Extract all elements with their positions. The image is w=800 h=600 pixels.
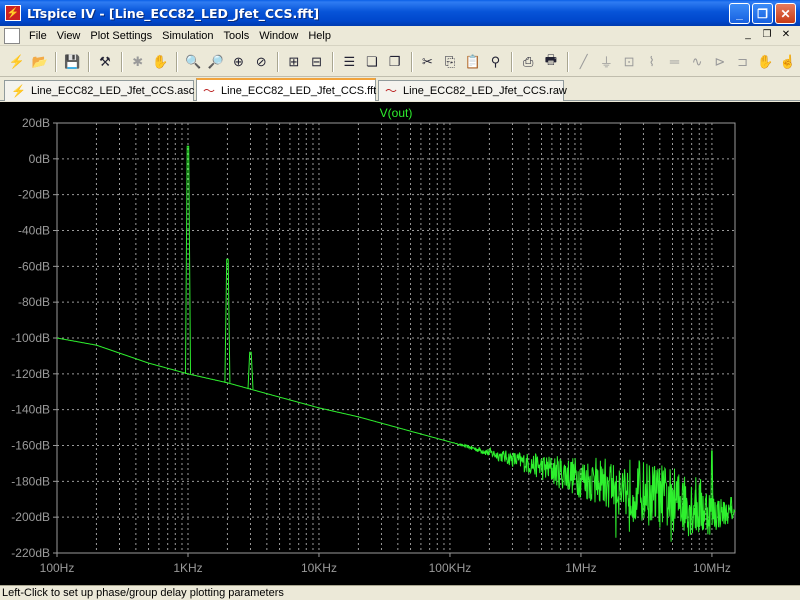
plot-right-edge [792, 102, 800, 585]
tab-bar: ⚡ Line_ECC82_LED_Jfet_CCS.asc 〜 Line_ECC… [0, 78, 800, 101]
y-tick-label: -100dB [11, 331, 50, 345]
menu-simulation[interactable]: Simulation [157, 30, 218, 42]
toolbar-separator [88, 51, 91, 72]
halt-icon[interactable]: ✋ [150, 51, 172, 73]
schematic-icon: ⚡ [11, 84, 26, 98]
tab-raw[interactable]: 〜 Line_ECC82_LED_Jfet_CCS.raw [378, 80, 567, 101]
x-tick-label: 100KHz [429, 561, 472, 575]
y-tick-label: 20dB [22, 116, 50, 130]
y-tick-label: -220dB [11, 546, 50, 560]
move-icon[interactable]: ✋ [754, 51, 776, 73]
inductor-icon[interactable]: ∿ [686, 51, 708, 73]
y-tick-label: -160dB [11, 439, 50, 453]
toolbar-separator [55, 51, 58, 72]
y-tick-label: -80dB [18, 295, 50, 309]
x-tick-label: 1MHz [565, 561, 596, 575]
menu-help[interactable]: Help [303, 30, 336, 42]
cascade-icon[interactable]: ❏ [361, 51, 383, 73]
tab-label: Line_ECC82_LED_Jfet_CCS.raw [403, 85, 567, 97]
zoom-cancel-icon[interactable]: ⊘ [250, 51, 272, 73]
window-title: LTspice IV - [Line_ECC82_LED_Jfet_CCS.ff… [27, 5, 320, 21]
x-tick-label: 10KHz [301, 561, 337, 575]
plot-pane[interactable]: 20dB 0dB -20dB -40dB -60dB -80dB -100dB -120dB -… [0, 102, 800, 585]
label-icon[interactable]: ⊡ [618, 51, 640, 73]
zoom-fit-icon[interactable]: ⊕ [228, 51, 250, 73]
print-setup-icon[interactable]: ⎙ [517, 51, 539, 73]
toolbar-separator [277, 51, 280, 72]
minimize-button[interactable]: _ [729, 3, 750, 24]
ltspice-app-icon[interactable]: ⚡ [5, 5, 21, 21]
y-tick-label: -40dB [18, 224, 50, 238]
document-controls: _ ❐ ✕ [740, 28, 794, 42]
find-icon[interactable]: ⚲ [485, 51, 507, 73]
zoom-in-icon[interactable]: 🔍 [182, 51, 204, 73]
doc-restore-button[interactable]: ❐ [759, 28, 775, 42]
menu-window[interactable]: Window [254, 30, 303, 42]
menu-plot-settings[interactable]: Plot Settings [85, 30, 157, 42]
grid-icon[interactable]: ⊟ [306, 51, 328, 73]
window-controls: _ ❐ ✕ [729, 3, 796, 24]
print-icon[interactable]: 🖶 [540, 51, 562, 73]
menu-tools[interactable]: Tools [219, 30, 255, 42]
y-tick-label: 0dB [29, 152, 50, 166]
capacitor-icon[interactable]: ═ [664, 51, 686, 73]
tab-label: Line_ECC82_LED_Jfet_CCS.fft [221, 84, 377, 97]
waveform-icon: 〜 [203, 83, 216, 98]
x-tick-label: 10MHz [693, 561, 731, 575]
toolbar-separator [511, 51, 514, 72]
y-tick-label: -180dB [11, 474, 50, 488]
resistor-icon[interactable]: ⌇ [641, 51, 663, 73]
run-icon[interactable]: ✱ [127, 51, 149, 73]
restore-button[interactable]: ❐ [752, 3, 773, 24]
y-tick-label: -120dB [11, 367, 50, 381]
new-schematic-icon[interactable]: ⚡ [6, 51, 28, 73]
menu-file[interactable]: File [24, 30, 52, 42]
title-bar[interactable]: ⚡ LTspice IV - [Line_ECC82_LED_Jfet_CCS.… [0, 0, 800, 26]
copy-icon[interactable]: ⎘ [439, 51, 461, 73]
component-icon[interactable]: ⊐ [732, 51, 754, 73]
x-tick-label: 100Hz [40, 561, 75, 575]
diode-icon[interactable]: ⊳ [709, 51, 731, 73]
fft-plot[interactable]: 20dB 0dB -20dB -40dB -60dB -80dB -100dB -120dB -… [0, 102, 792, 585]
menu-bar: File View Plot Settings Simulation Tools… [0, 26, 800, 46]
zoom-out-icon[interactable]: 🔎 [205, 51, 227, 73]
close-button[interactable]: ✕ [775, 3, 796, 24]
menu-view[interactable]: View [52, 30, 86, 42]
y-tick-label: -140dB [11, 403, 50, 417]
doc-minimize-button[interactable]: _ [740, 28, 756, 42]
open-icon[interactable]: 📂 [29, 51, 51, 73]
tab-fft[interactable]: 〜 Line_ECC82_LED_Jfet_CCS.fft [196, 78, 376, 101]
wire-icon[interactable]: ╱ [573, 51, 595, 73]
y-tick-label: -200dB [11, 510, 50, 524]
drag-icon[interactable]: ☝ [777, 51, 799, 73]
toolbar-separator [566, 51, 569, 72]
autorange-icon[interactable]: ⊞ [283, 51, 305, 73]
document-menu-icon[interactable] [4, 27, 20, 44]
ground-icon[interactable]: ⏚ [595, 51, 617, 73]
toolbar-separator [176, 51, 179, 72]
toolbar-separator [120, 51, 123, 72]
doc-close-button[interactable]: ✕ [778, 28, 794, 42]
toolbar-separator [332, 51, 335, 72]
tile-vertical-icon[interactable]: ❐ [384, 51, 406, 73]
paste-icon[interactable]: 📋 [462, 51, 484, 73]
x-tick-label: 1KHz [173, 561, 202, 575]
status-bar: Left-Click to set up phase/group delay p… [0, 585, 800, 600]
tab-label: Line_ECC82_LED_Jfet_CCS.asc [31, 85, 195, 97]
y-tick-label: -20dB [18, 188, 50, 202]
control-panel-icon[interactable]: ⚒ [94, 51, 116, 73]
save-icon[interactable]: 💾 [61, 51, 83, 73]
cut-icon[interactable]: ✂ [417, 51, 439, 73]
y-tick-label: -60dB [18, 259, 50, 273]
waveform-icon: 〜 [385, 84, 398, 98]
toolbar: ⚡ 📂 💾 ⚒ ✱ ✋ 🔍 🔎 ⊕ ⊘ ⊞ ⊟ ☰ ❏ ❐ ✂ ⎘ 📋 ⚲ ⎙ 🖶 ╱ ⏚ ⊡ ⌇ ═ ∿ ⊳ ⊐ ✋ ☝ [0, 47, 800, 77]
toolbar-separator [410, 51, 413, 72]
trace-title: V(out) [380, 106, 413, 120]
tile-horizontal-icon[interactable]: ☰ [338, 51, 360, 73]
tab-schematic[interactable]: ⚡ Line_ECC82_LED_Jfet_CCS.asc [4, 80, 194, 101]
